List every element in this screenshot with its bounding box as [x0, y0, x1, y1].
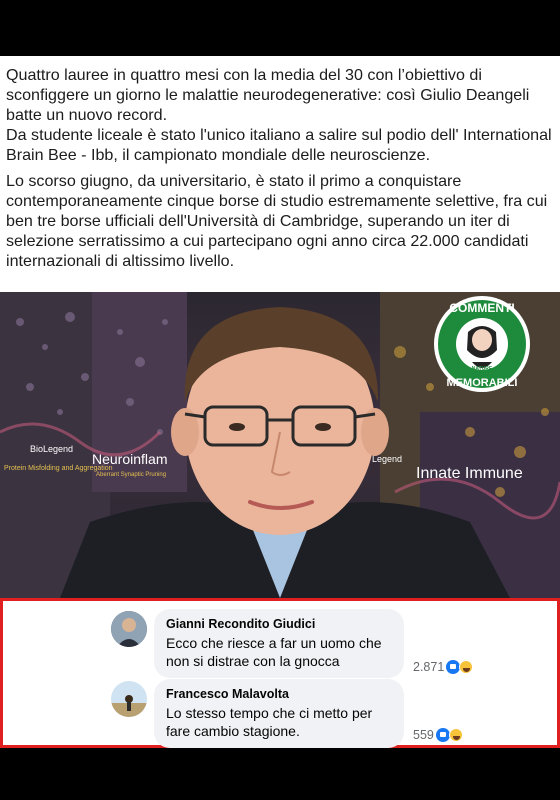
post-text: Quattro lauree in quattro mesi con la me… — [0, 56, 560, 292]
avatar-image-icon — [111, 681, 147, 717]
badge-top-text: COMMENTI — [449, 301, 514, 315]
bottom-black-bar — [0, 748, 560, 800]
reaction-count[interactable]: 559 — [413, 728, 463, 742]
top-black-bar — [0, 0, 560, 56]
photo-illustration: BioLegend Neuroinflam Legend Innate Immu… — [0, 292, 560, 598]
badge-bottom-text: MEMORABILI — [447, 377, 518, 389]
comment-bubble: Gianni Recondito Giudici Ecco che riesce… — [154, 609, 404, 678]
comment-author[interactable]: Francesco Malavolta — [166, 687, 392, 701]
reaction-number: 2.871 — [413, 660, 445, 674]
poster-label-biolegend: BioLegend — [30, 444, 73, 454]
poster-small-label-1: Protein Misfolding and Aggregation — [4, 465, 113, 472]
comment-text: Lo stesso tempo che ci metto per fare ca… — [166, 705, 373, 739]
comment-bubble: Francesco Malavolta Lo stesso tempo che … — [154, 679, 404, 748]
avatar[interactable] — [111, 681, 147, 717]
like-reaction-icon — [435, 728, 450, 742]
reaction-count[interactable]: 2.871 — [413, 660, 474, 674]
badge-small-2: FIRE — [476, 372, 488, 378]
comments-panel: Gianni Recondito Giudici Ecco che riesce… — [0, 598, 560, 748]
haha-reaction-icon — [448, 728, 463, 742]
haha-reaction-icon — [459, 660, 474, 674]
like-reaction-icon — [446, 660, 461, 674]
post-paragraph-1: Quattro lauree in quattro mesi con la me… — [6, 66, 552, 164]
comment-text: Ecco che riesce a far un uomo che non si… — [166, 635, 382, 669]
reaction-number: 559 — [413, 728, 434, 742]
avatar-image-icon — [111, 611, 147, 647]
poster-small-label-2: Aberrant Synaptic Pruning — [96, 472, 166, 478]
avatar[interactable] — [111, 611, 147, 647]
poster-label-innate-immune: Innate Immune — [416, 465, 523, 482]
post-photo: BioLegend Neuroinflam Legend Innate Immu… — [0, 292, 560, 598]
post-paragraph-2: Lo scorso giugno, da universitario, è st… — [6, 172, 548, 270]
comment-author[interactable]: Gianni Recondito Giudici — [166, 617, 392, 631]
